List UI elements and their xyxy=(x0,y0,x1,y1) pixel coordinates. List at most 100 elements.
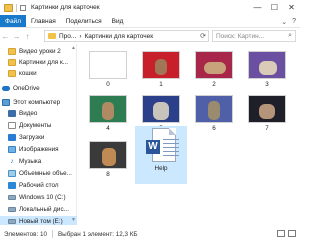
window-title: Картинки для карточек xyxy=(31,4,100,11)
view-buttons xyxy=(277,230,296,237)
divider xyxy=(51,230,53,238)
image-thumbnail xyxy=(248,95,286,123)
nav-item-label: Видео xyxy=(19,110,38,117)
file-item[interactable]: 7 xyxy=(241,90,293,140)
document-icon xyxy=(8,122,16,129)
scroll-down-icon[interactable]: ▼ xyxy=(71,218,76,223)
help-icon[interactable]: ? xyxy=(292,18,296,25)
drive-icon xyxy=(8,207,16,212)
desktop-icon xyxy=(8,182,16,189)
nav-item-label: Видео уроки 2 xyxy=(19,48,61,55)
nav-item-onedrive[interactable]: OneDrive xyxy=(2,83,79,94)
nav-item-label: Windows 10 (C:) xyxy=(19,194,66,201)
file-name: 8 xyxy=(106,171,110,178)
nav-item-label: OneDrive xyxy=(13,85,40,92)
folder-icon xyxy=(8,48,16,55)
tab-view[interactable]: Вид xyxy=(107,15,129,27)
file-item-selected[interactable]: W Help xyxy=(135,126,187,184)
image-thumbnail xyxy=(89,95,127,123)
address-bar: ← → ↑ Про... › Картинки для карточек ⟳ П… xyxy=(0,28,300,44)
file-item[interactable]: 1 xyxy=(135,46,187,96)
back-button[interactable]: ← xyxy=(0,32,11,41)
up-button[interactable]: ↑ xyxy=(22,32,33,41)
ribbon-right: ⌄ ? xyxy=(281,17,296,26)
path-field[interactable]: Про... › Картинки для карточек ⟳ xyxy=(44,30,209,42)
search-icon: ⌕ xyxy=(288,32,292,39)
picture-icon xyxy=(8,146,16,153)
folder-icon xyxy=(4,3,13,12)
file-name: Help xyxy=(154,165,168,172)
drive-icon xyxy=(8,219,16,224)
file-item[interactable]: 4 xyxy=(82,90,134,140)
image-thumbnail xyxy=(195,95,233,123)
status-bar: Элементов: 10 Выбран 1 элемент: 12,3 КБ xyxy=(0,225,300,243)
file-name: 4 xyxy=(106,125,110,132)
details-view-icon[interactable] xyxy=(277,230,285,237)
divider xyxy=(16,3,17,12)
folder-icon xyxy=(8,59,16,66)
large-icons-view-icon[interactable] xyxy=(288,230,296,237)
folder-icon xyxy=(8,70,16,77)
file-name: 3 xyxy=(265,81,269,88)
tab-file[interactable]: Файл xyxy=(0,15,26,27)
refresh-icon[interactable]: ⟳ xyxy=(200,32,206,40)
file-list: 0 1 2 3 4 5 6 xyxy=(78,44,300,225)
chevron-down-icon[interactable]: ⌄ xyxy=(281,18,287,26)
cloud-icon xyxy=(2,86,10,91)
file-item[interactable]: 3 xyxy=(241,46,293,96)
image-thumbnail xyxy=(142,51,180,79)
nav-item-label: Картинки для к... xyxy=(19,59,68,66)
navigation-pane: Видео уроки 2 Картинки для к... кошки On… xyxy=(0,44,79,227)
download-icon xyxy=(8,134,16,141)
file-name: 2 xyxy=(212,81,216,88)
maximize-button[interactable]: ☐ xyxy=(266,0,283,15)
word-document-icon: W xyxy=(146,128,179,163)
nav-item-label: Рабочий стол xyxy=(19,182,59,189)
minimize-button[interactable]: — xyxy=(249,0,266,15)
file-name: 1 xyxy=(159,81,163,88)
breadcrumb-segment[interactable]: Про... xyxy=(59,33,76,40)
file-item[interactable]: 2 xyxy=(188,46,240,96)
breadcrumb-segment[interactable]: Картинки для карточек xyxy=(85,33,154,40)
image-thumbnail xyxy=(248,51,286,79)
nav-item-label: Документы xyxy=(19,122,52,129)
file-item[interactable]: 0 xyxy=(82,46,134,96)
cube-icon xyxy=(8,170,16,177)
nav-scrollbar[interactable]: ▲ ▼ xyxy=(71,46,76,223)
drive-icon xyxy=(8,195,16,200)
title-bar: Картинки для карточек — ☐ ✕ xyxy=(0,0,300,15)
quick-access-icon[interactable] xyxy=(20,4,26,11)
nav-item-label: Изображения xyxy=(19,146,59,153)
tab-home[interactable]: Главная xyxy=(26,15,61,27)
image-thumbnail xyxy=(142,95,180,123)
item-count: Элементов: 10 xyxy=(4,230,47,238)
music-icon: ♪ xyxy=(8,158,16,165)
nav-item-label: Музыка xyxy=(19,158,42,165)
forward-button[interactable]: → xyxy=(11,32,22,41)
scroll-up-icon[interactable]: ▲ xyxy=(71,46,76,51)
window-controls: — ☐ ✕ xyxy=(249,0,300,15)
nav-item-this-pc[interactable]: Этот компьютер xyxy=(2,97,79,108)
file-item[interactable]: 8 xyxy=(82,136,134,186)
close-button[interactable]: ✕ xyxy=(283,0,300,15)
search-placeholder: Поиск: Картин... xyxy=(216,32,265,40)
nav-item-label: Новый том (E:) xyxy=(19,218,63,225)
image-thumbnail xyxy=(195,51,233,79)
folder-icon xyxy=(48,33,56,39)
image-thumbnail xyxy=(89,141,127,169)
nav-item-label: кошки xyxy=(19,70,37,77)
image-thumbnail xyxy=(89,51,127,79)
search-input[interactable]: Поиск: Картин... ⌕ xyxy=(212,30,296,42)
breadcrumb-separator: › xyxy=(79,32,82,40)
selection-info: Выбран 1 элемент: 12,3 КБ xyxy=(57,230,138,238)
file-name: 0 xyxy=(106,81,110,88)
video-icon xyxy=(8,110,16,117)
file-item[interactable]: 6 xyxy=(188,90,240,140)
ribbon: Файл Главная Поделиться Вид ⌄ ? xyxy=(0,15,300,28)
nav-item-label: Объемные объе... xyxy=(19,170,72,177)
file-name: 6 xyxy=(212,125,216,132)
nav-item-label: Локальный дис... xyxy=(19,206,69,213)
tab-share[interactable]: Поделиться xyxy=(61,15,107,27)
file-name: 7 xyxy=(265,125,269,132)
nav-item-label: Загрузки xyxy=(19,134,45,141)
